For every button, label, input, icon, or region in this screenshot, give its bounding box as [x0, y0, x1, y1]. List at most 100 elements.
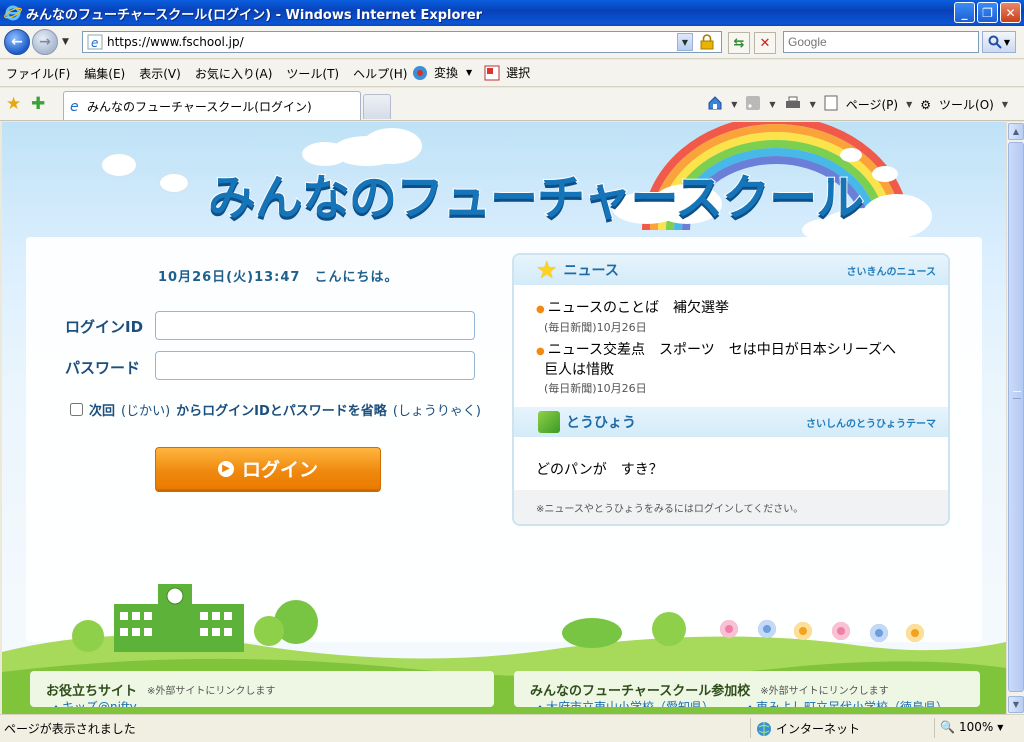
- news-source: (毎日新聞)10月26日: [544, 382, 647, 395]
- print-icon[interactable]: [784, 95, 802, 114]
- news-poll-box: ★ ニュース さいきんのニュース ● ニュースのことば 補欠選挙 (毎日新聞)10…: [512, 253, 950, 526]
- minimize-button[interactable]: _: [954, 2, 975, 23]
- menu-tools[interactable]: ツール(T): [286, 65, 339, 82]
- remember-checkbox[interactable]: [70, 403, 83, 416]
- menu-favorites[interactable]: お気に入り(A): [195, 65, 273, 82]
- menu-edit[interactable]: 編集(E): [84, 65, 125, 82]
- menu-help[interactable]: ヘルプ(H): [353, 65, 407, 82]
- feeds-icon[interactable]: [745, 95, 761, 114]
- poll-title: とうひょう: [566, 415, 636, 431]
- address-bar[interactable]: e https://www.fschool.jp/ ▼: [82, 31, 722, 53]
- flower-icon: [906, 624, 924, 642]
- site-logo[interactable]: みんなのフューチャースクール: [207, 158, 865, 228]
- close-window-button[interactable]: ✕: [1000, 2, 1021, 23]
- tab-login[interactable]: e みんなのフューチャースクール(ログイン): [63, 91, 361, 120]
- convert-icon: [412, 65, 428, 81]
- useful-site-link[interactable]: ・キッズ@nifty: [50, 698, 137, 707]
- school-links[interactable]: ・大府市立東山小学校（愛知県） ・東みよし町立足代小学校（徳島県）: [534, 698, 948, 707]
- login-id-input[interactable]: [155, 311, 475, 340]
- select-button[interactable]: 選択: [506, 64, 530, 81]
- security-zone[interactable]: インターネット: [756, 720, 860, 737]
- bullet-icon: ●: [536, 304, 545, 315]
- school-building-illustration: [114, 584, 244, 652]
- menu-bar: ファイル(F) 編集(E) 表示(V) お気に入り(A) ツール(T) ヘルプ(…: [0, 60, 1024, 87]
- vertical-scrollbar[interactable]: ▲ ▼: [1006, 122, 1024, 714]
- home-icon[interactable]: [707, 95, 723, 114]
- tools-menu-button[interactable]: ツール(O): [939, 96, 994, 113]
- password-input[interactable]: [155, 351, 475, 380]
- convert-dropdown[interactable]: ▼: [466, 68, 472, 77]
- url-text: https://www.fschool.jp/: [107, 35, 244, 49]
- password-label: パスワード: [65, 359, 141, 377]
- tree-illustration: [254, 616, 284, 646]
- globe-icon: [757, 721, 771, 736]
- zoom-level: 100%: [958, 720, 994, 734]
- recent-pages-dropdown[interactable]: ▼: [62, 37, 69, 47]
- page-menu-icon: [824, 95, 838, 114]
- stop-button[interactable]: ✕: [754, 32, 776, 54]
- zone-label: インターネット: [776, 722, 861, 736]
- scroll-thumb[interactable]: [1008, 142, 1024, 692]
- remember-login-option[interactable]: 次回 (じかい) からログインIDとパスワードを省略 (しょうりゃく): [70, 400, 481, 419]
- news-header: ★ ニュース さいきんのニュース: [514, 255, 948, 285]
- add-favorites-icon[interactable]: ✚: [31, 94, 45, 114]
- news-source: (毎日新聞)10月26日: [544, 321, 647, 334]
- home-dropdown[interactable]: ▼: [731, 100, 737, 109]
- zoom-control[interactable]: 🔍 100% ▼: [940, 720, 1003, 734]
- news-item[interactable]: ● ニュースのことば 補欠選挙: [536, 297, 729, 317]
- zoom-dropdown[interactable]: ▼: [997, 723, 1003, 732]
- restore-button[interactable]: ❐: [977, 2, 998, 23]
- tab-label: みんなのフューチャースクール(ログイン): [87, 99, 312, 114]
- recent-news-link[interactable]: さいきんのニュース: [847, 263, 937, 278]
- status-bar: ページが表示されました インターネット 🔍 100% ▼: [0, 714, 1024, 742]
- remember-text-2: (じかい): [121, 404, 171, 419]
- cloud: [862, 194, 932, 238]
- latest-poll-link[interactable]: さいしんのとうひょうテーマ: [806, 415, 936, 430]
- tools-dropdown[interactable]: ▼: [1002, 100, 1008, 109]
- tree-illustration: [562, 618, 622, 648]
- remember-text-3: からログインIDとパスワードを省略: [176, 404, 387, 419]
- scroll-down-button[interactable]: ▼: [1008, 696, 1024, 713]
- poll-question: どのパンが すき？: [536, 462, 663, 478]
- convert-button[interactable]: 変換: [434, 64, 458, 81]
- gear-icon: ⚙: [920, 97, 932, 112]
- lock-icon[interactable]: [697, 33, 717, 51]
- arrow-right-circle-icon: ▶: [217, 460, 234, 477]
- news-item[interactable]: ● ニュース交差点 スポーツ セは中日が日本シリーズへ: [536, 339, 896, 359]
- forward-button[interactable]: →: [32, 29, 58, 55]
- scroll-up-button[interactable]: ▲: [1008, 123, 1024, 140]
- search-button[interactable]: ▼: [982, 31, 1016, 53]
- window-title: みんなのフューチャースクール(ログイン) - Windows Internet …: [26, 7, 483, 23]
- print-dropdown[interactable]: ▼: [810, 100, 816, 109]
- flower-icon: [720, 620, 738, 638]
- page-dropdown[interactable]: ▼: [906, 100, 912, 109]
- window-title-bar[interactable]: みんなのフューチャースクール(ログイン) - Windows Internet …: [0, 0, 1024, 26]
- new-tab-button[interactable]: [363, 94, 391, 119]
- svg-text:e: e: [70, 99, 79, 114]
- flower-icon: [794, 622, 812, 640]
- login-button[interactable]: ▶ ログイン: [155, 447, 381, 490]
- refresh-button[interactable]: ⇆: [728, 32, 750, 54]
- address-toolbar: ← → ▼ e https://www.fschool.jp/ ▼ ⇆ ✕ ▼: [0, 26, 1024, 59]
- tab-bar: ★ ✚ e みんなのフューチャースクール(ログイン) ▼ ▼ ▼ ページ(P) …: [0, 88, 1024, 121]
- arrow-right-icon: →: [39, 34, 51, 50]
- page-menu-button[interactable]: ページ(P): [846, 96, 898, 113]
- refresh-icon: ⇆: [733, 35, 745, 51]
- remember-text-1: 次回: [89, 404, 116, 419]
- favorites-star-icon[interactable]: ★: [6, 94, 21, 114]
- login-button-label: ログイン: [241, 459, 318, 481]
- search-input[interactable]: [783, 31, 979, 53]
- login-id-label: ログインID: [65, 318, 144, 336]
- ie-page-icon: e: [70, 99, 79, 114]
- menu-view[interactable]: 表示(V): [139, 65, 181, 82]
- svg-text:e: e: [91, 36, 98, 50]
- news-title: ニュース: [563, 263, 619, 279]
- address-dropdown[interactable]: ▼: [677, 33, 693, 51]
- news-headline-cont[interactable]: 巨人は惜敗: [544, 359, 614, 379]
- news-headline: ニュース交差点 スポーツ セは中日が日本シリーズへ: [547, 342, 897, 358]
- menu-file[interactable]: ファイル(F): [6, 65, 70, 82]
- login-note: ※ニュースやとうひょうをみるにはログインしてください。: [514, 490, 948, 524]
- arrow-left-icon: ←: [11, 34, 23, 50]
- feeds-dropdown[interactable]: ▼: [769, 100, 775, 109]
- back-button[interactable]: ←: [4, 29, 30, 55]
